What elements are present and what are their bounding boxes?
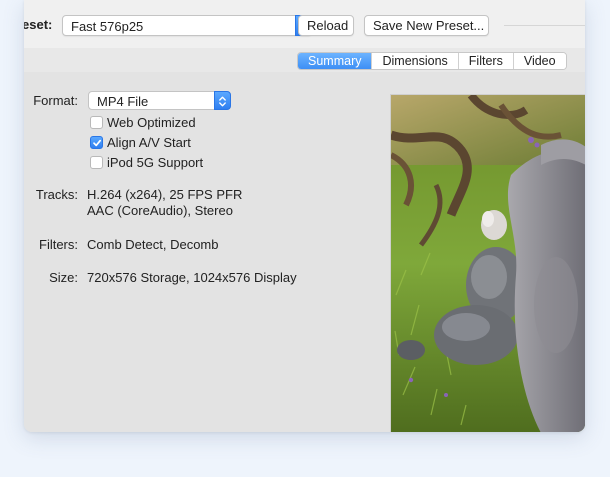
align-av-start-label: Align A/V Start xyxy=(107,135,191,150)
filters-label: Filters: xyxy=(39,237,78,252)
web-optimized-checkbox[interactable] xyxy=(90,116,103,129)
tab-video[interactable]: Video xyxy=(513,53,566,69)
summary-panel: Format: MP4 File Web Optimized Align A/V… xyxy=(24,72,585,432)
save-new-preset-button[interactable]: Save New Preset... xyxy=(364,15,489,36)
size-value: 720x576 Storage, 1024x576 Display xyxy=(87,270,297,285)
handbrake-window: eset: Fast 576p25 Reload Save New Preset… xyxy=(24,0,585,432)
preset-value: Fast 576p25 xyxy=(71,19,144,34)
tab-summary[interactable]: Summary xyxy=(298,53,373,69)
preset-toolbar: eset: Fast 576p25 Reload Save New Preset… xyxy=(24,0,585,48)
tracks-label: Tracks: xyxy=(35,187,78,202)
toolbar-divider xyxy=(504,25,585,26)
web-optimized-label: Web Optimized xyxy=(107,115,196,130)
checkmark-icon xyxy=(93,139,102,147)
settings-tabs: Summary Dimensions Filters Video xyxy=(297,52,567,70)
filters-value: Comb Detect, Decomb xyxy=(87,237,219,252)
video-preview-image[interactable] xyxy=(390,94,585,432)
ipod-5g-support-label: iPod 5G Support xyxy=(107,155,204,170)
tab-dimensions[interactable]: Dimensions xyxy=(372,53,459,69)
ipod-5g-support-checkbox[interactable] xyxy=(90,156,103,169)
format-value: MP4 File xyxy=(97,94,149,109)
tracks-audio: AAC (CoreAudio), Stereo xyxy=(87,203,233,218)
align-av-start-checkbox[interactable] xyxy=(90,136,103,149)
preset-label: eset: xyxy=(24,17,53,32)
reload-button[interactable]: Reload xyxy=(298,15,354,36)
stepper-icon[interactable] xyxy=(214,91,231,110)
tracks-video: H.264 (x264), 25 FPS PFR xyxy=(87,187,243,202)
preset-select[interactable]: Fast 576p25 xyxy=(62,15,312,36)
format-label: Format: xyxy=(33,93,78,108)
size-label: Size: xyxy=(49,270,78,285)
tab-filters[interactable]: Filters xyxy=(458,53,514,69)
format-select[interactable]: MP4 File xyxy=(88,91,231,110)
